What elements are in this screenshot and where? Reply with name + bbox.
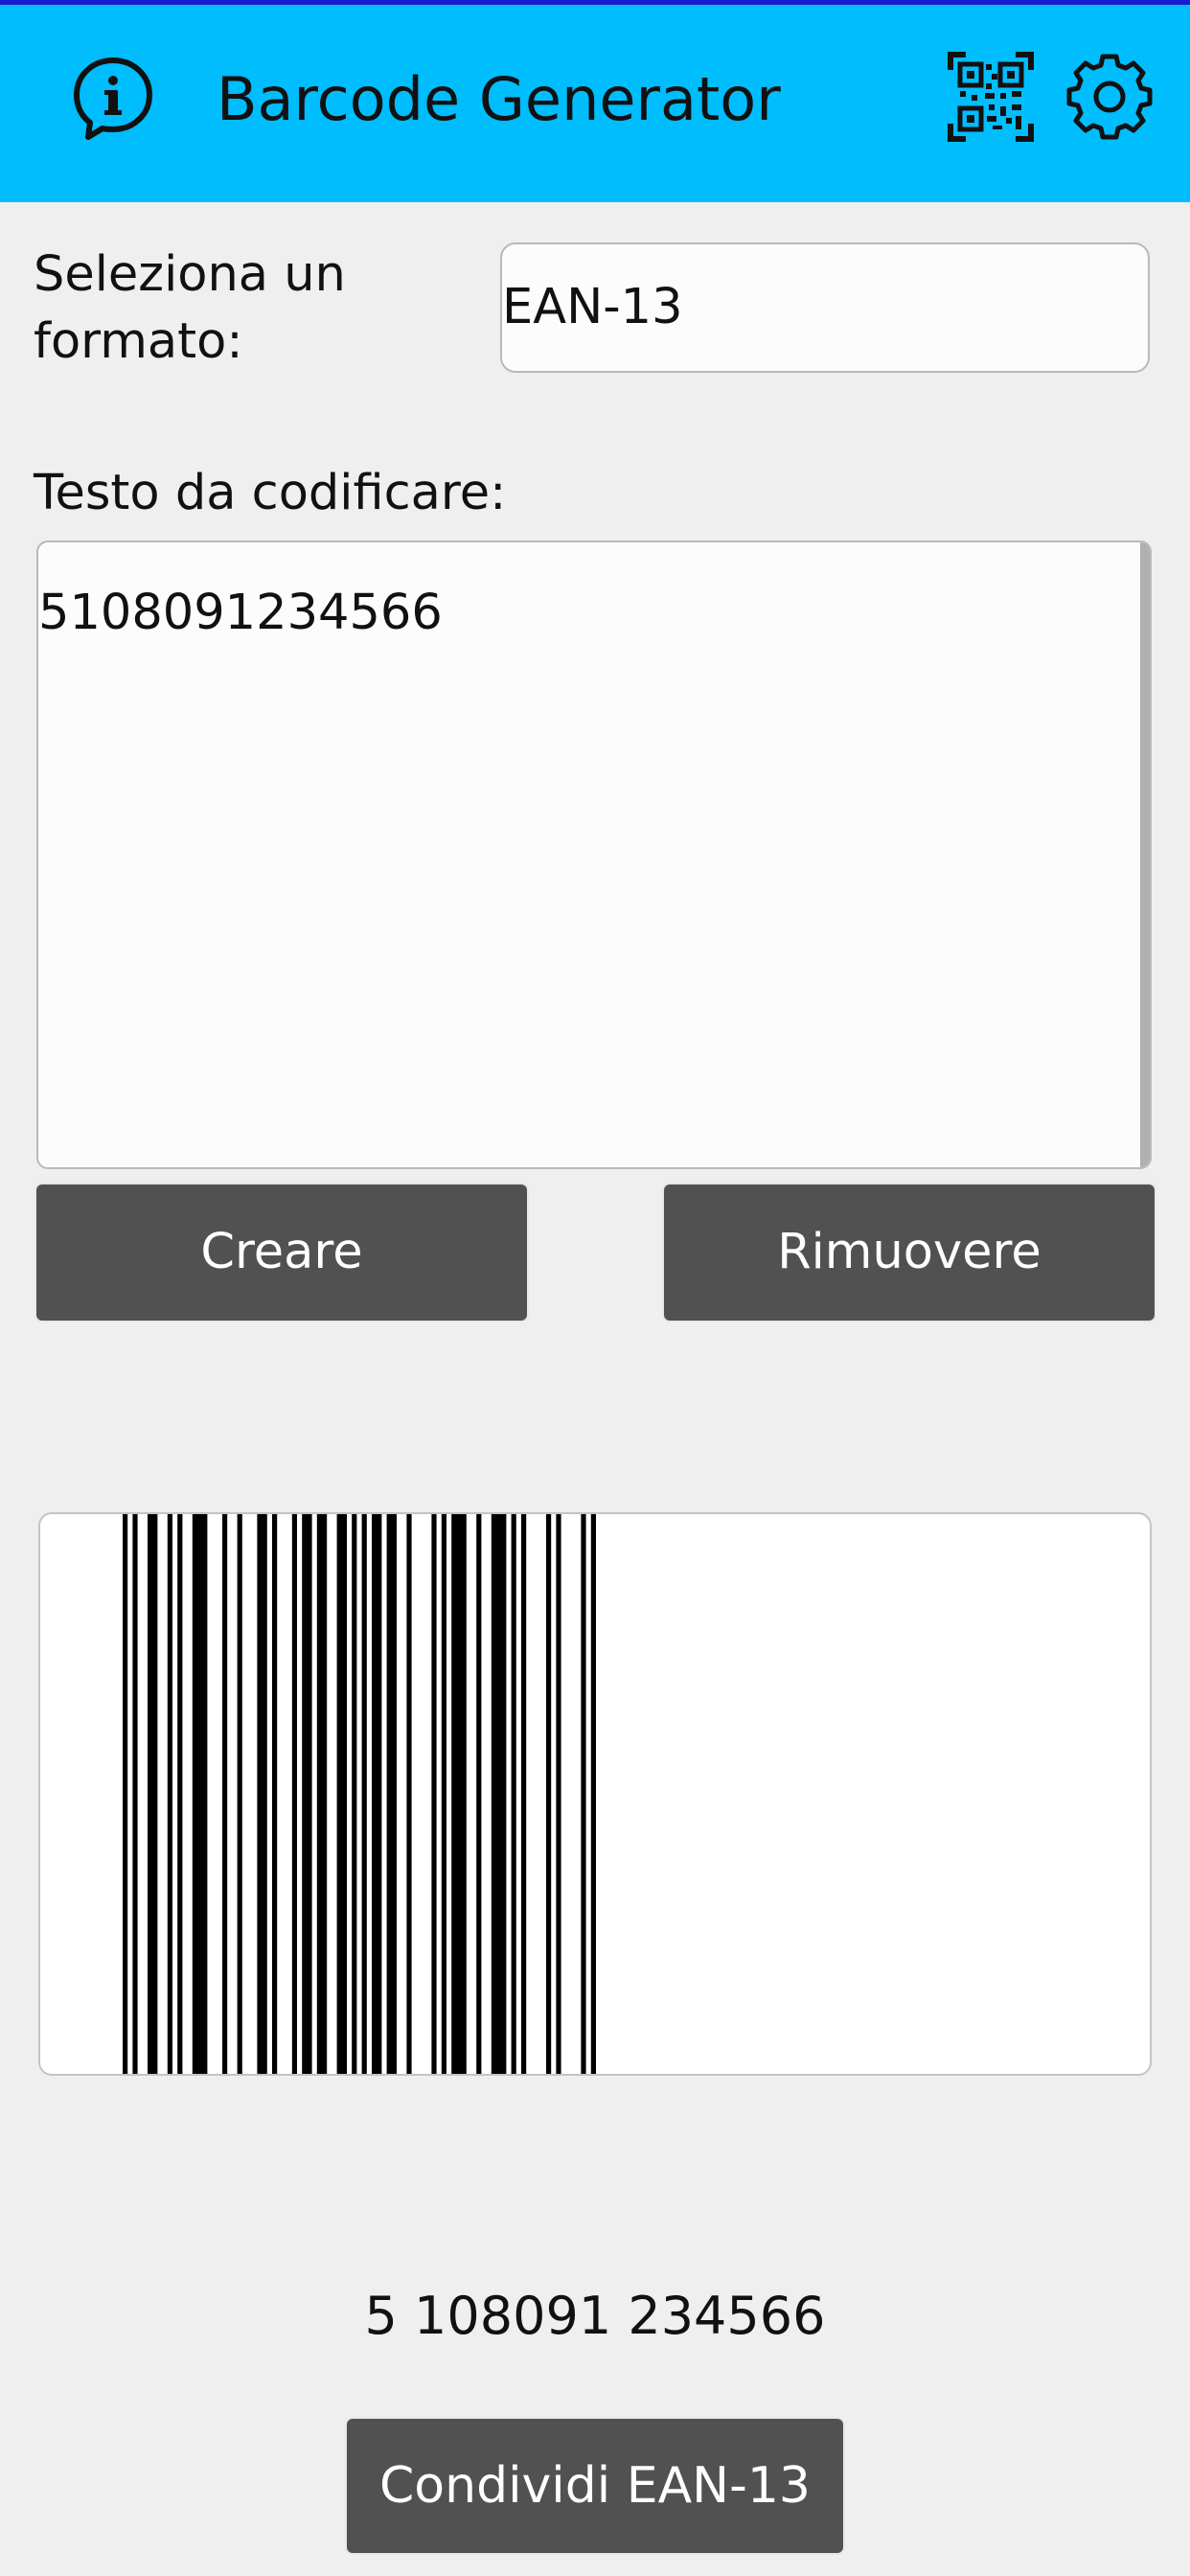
barcode-bar xyxy=(316,1514,328,2074)
text-input[interactable]: 5108091234566 xyxy=(36,540,1152,1169)
share-button[interactable]: Condividi EAN-13 xyxy=(347,2419,843,2553)
barcode-bar xyxy=(590,1514,596,2074)
barcode-bar xyxy=(148,1514,158,2074)
barcode-bar xyxy=(237,1514,242,2074)
barcode-bar xyxy=(177,1514,183,2074)
info-icon[interactable] xyxy=(67,51,159,143)
qr-code-icon[interactable] xyxy=(947,51,1035,143)
barcode-bar xyxy=(257,1514,267,2074)
text-label: Testo da codificare: xyxy=(34,465,507,521)
barcode-bar xyxy=(352,1514,357,2074)
format-label: Seleziona un formato: xyxy=(34,246,346,370)
barcode-bar xyxy=(386,1514,397,2074)
gear-icon[interactable] xyxy=(1064,51,1156,143)
barcode-bar xyxy=(372,1514,382,2074)
barcode-bar xyxy=(272,1514,278,2074)
remove-button[interactable]: Rimuovere xyxy=(664,1184,1155,1321)
barcode-bar xyxy=(132,1514,138,2074)
app-title: Barcode Generator xyxy=(217,64,781,134)
barcode-bars xyxy=(123,1514,596,2074)
barcode-bar xyxy=(336,1514,347,2074)
barcode-bar xyxy=(192,1514,208,2074)
format-select[interactable]: EAN-13 xyxy=(500,242,1150,373)
barcode-text: 5 108091 234566 xyxy=(364,2286,826,2346)
barcode-bar xyxy=(361,1514,367,2074)
barcode-bar xyxy=(291,1514,297,2074)
text-input-scrollbar[interactable] xyxy=(1140,542,1150,1167)
barcode-bar xyxy=(546,1514,552,2074)
barcode-bar xyxy=(451,1514,467,2074)
barcode-bar xyxy=(302,1514,312,2074)
barcode-bar xyxy=(476,1514,482,2074)
barcode-bar xyxy=(441,1514,446,2074)
barcode-bar xyxy=(406,1514,412,2074)
barcode-bar xyxy=(167,1514,172,2074)
barcode-image xyxy=(38,1512,1152,2076)
app-bar: Barcode Generator xyxy=(0,5,1190,202)
barcode-bar xyxy=(222,1514,228,2074)
create-button[interactable]: Creare xyxy=(36,1184,527,1321)
barcode-bar xyxy=(431,1514,437,2074)
barcode-bar xyxy=(581,1514,586,2074)
barcode-bar xyxy=(521,1514,527,2074)
barcode-bar xyxy=(556,1514,561,2074)
barcode-bar xyxy=(123,1514,128,2074)
barcode-bar xyxy=(511,1514,516,2074)
text-input-value: 5108091234566 xyxy=(38,585,443,641)
barcode-bar xyxy=(491,1514,507,2074)
